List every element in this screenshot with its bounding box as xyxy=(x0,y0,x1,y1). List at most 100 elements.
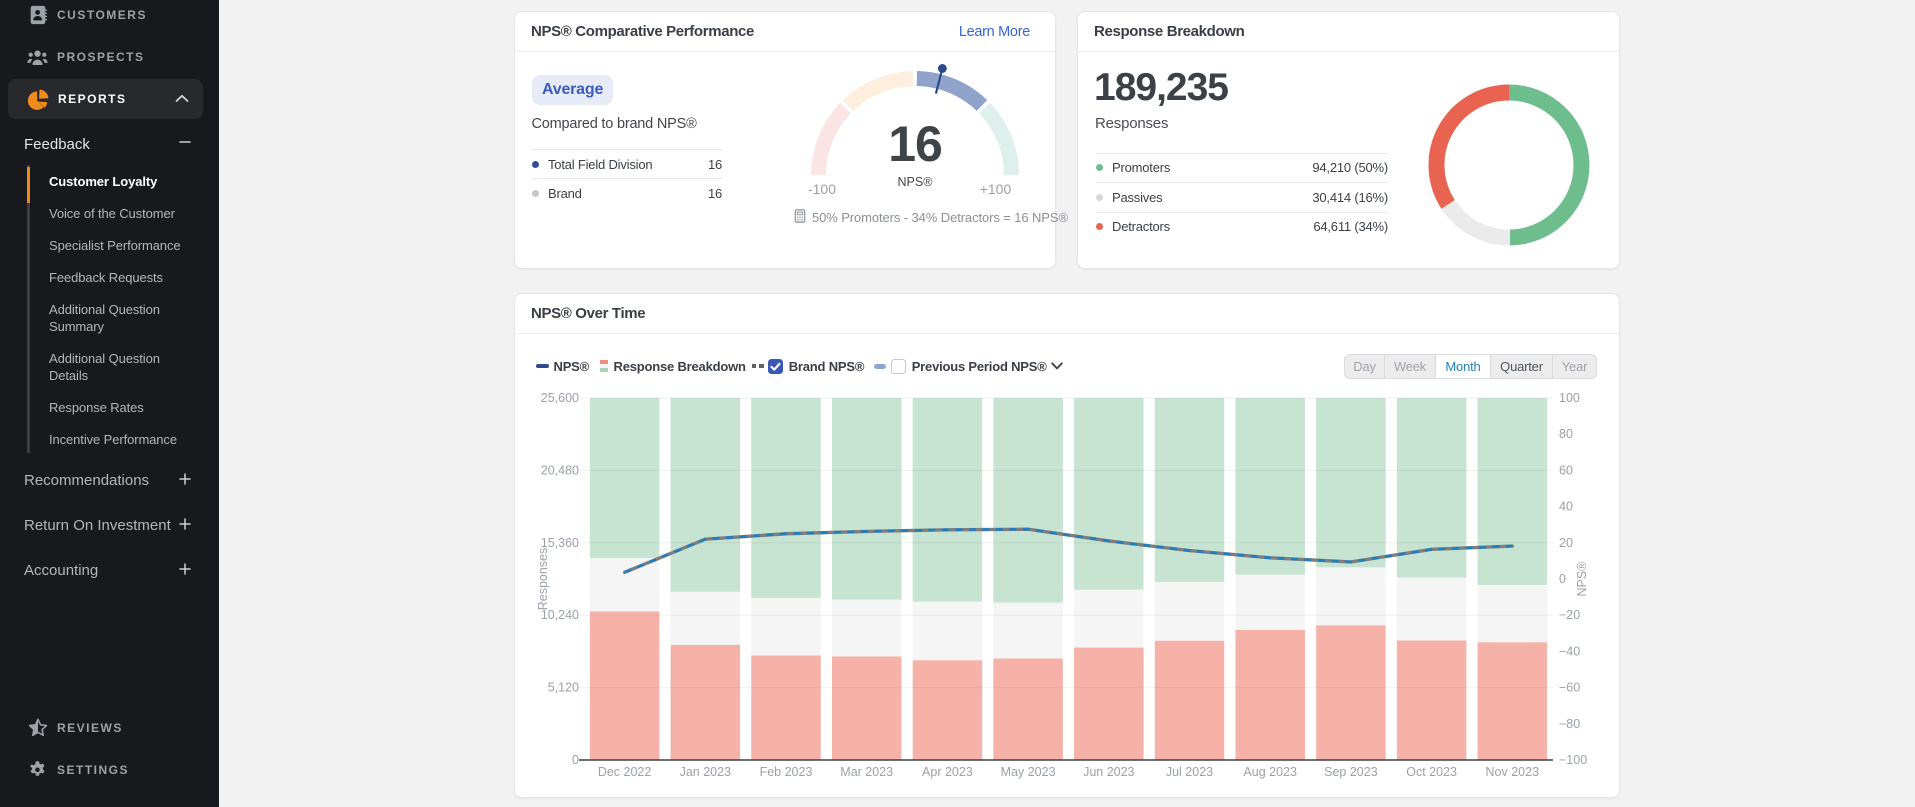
gauge-value: 16 xyxy=(771,119,1059,169)
promoters-bar[interactable] xyxy=(1235,398,1305,575)
detractors-bar[interactable] xyxy=(1316,625,1386,760)
donut-segment-promoters[interactable] xyxy=(1509,93,1581,238)
detractors-bar[interactable] xyxy=(671,645,741,760)
right-axis-tick-label: −60 xyxy=(1559,681,1580,695)
passives-bar[interactable] xyxy=(590,558,660,611)
passives-bar[interactable] xyxy=(993,603,1063,659)
x-axis-tick-label: Sep 2023 xyxy=(1324,765,1378,779)
promoters-bar[interactable] xyxy=(1478,398,1548,585)
sidebar-item-customers[interactable]: CUSTOMERS xyxy=(0,0,219,36)
nps-over-time-card: NPS® Over Time NPS® Response Breakdown B… xyxy=(514,293,1620,798)
subnav-rail xyxy=(27,165,30,453)
series-label: Detractors xyxy=(1112,219,1170,234)
x-axis-tick-label: Apr 2023 xyxy=(922,765,973,779)
users-icon xyxy=(26,46,49,69)
promoters-bar[interactable] xyxy=(832,398,902,600)
promoters-bar[interactable] xyxy=(1316,398,1386,567)
series-label: Total Field Division xyxy=(548,157,652,172)
promoters-bar[interactable] xyxy=(671,398,741,592)
passives-bar[interactable] xyxy=(1155,582,1225,641)
comparison-table: Total Field Division 16 Brand 16 xyxy=(532,149,722,207)
sidebar-section-recommendations[interactable]: Recommendations xyxy=(0,458,219,503)
plus-icon[interactable] xyxy=(179,517,191,535)
passives-bar[interactable] xyxy=(1235,575,1305,630)
chevron-up-icon[interactable] xyxy=(175,90,189,108)
detractors-bar[interactable] xyxy=(832,656,902,760)
passives-bar[interactable] xyxy=(751,598,821,655)
star-half-icon xyxy=(26,717,49,740)
detractors-bar[interactable] xyxy=(590,612,660,760)
stacked-bar-swatch xyxy=(600,360,608,373)
range-button-week[interactable]: Week xyxy=(1384,355,1435,378)
plus-icon[interactable] xyxy=(179,562,191,580)
detractors-bar[interactable] xyxy=(1155,641,1225,760)
right-axis-tick-label: 20 xyxy=(1559,536,1573,550)
sidebar-subitem-incentive-performance[interactable]: Incentive Performance xyxy=(0,423,219,455)
sidebar-subitem-additional-question-details[interactable]: Additional Question Details xyxy=(0,342,219,391)
promoters-bar[interactable] xyxy=(590,398,660,558)
promoters-bar[interactable] xyxy=(1074,398,1144,590)
right-axis-tick-label: 100 xyxy=(1559,391,1580,405)
legend-prev-label: Previous Period NPS® xyxy=(912,359,1047,374)
sidebar-section-accounting[interactable]: Accounting xyxy=(0,548,219,593)
sidebar-item-settings[interactable]: SETTINGS xyxy=(0,749,219,791)
sidebar-subitem-feedback-requests[interactable]: Feedback Requests xyxy=(0,261,219,293)
passives-bar[interactable] xyxy=(671,592,741,645)
passives-bar[interactable] xyxy=(1074,590,1144,648)
minus-icon[interactable] xyxy=(179,135,191,153)
left-axis-tick-label: 15,360 xyxy=(541,536,579,550)
right-axis-tick-label: −100 xyxy=(1559,753,1587,767)
range-button-day[interactable]: Day xyxy=(1345,355,1384,378)
sidebar-subitem-response-rates[interactable]: Response Rates xyxy=(0,391,219,423)
series-dot xyxy=(1096,194,1103,201)
range-button-year[interactable]: Year xyxy=(1552,355,1596,378)
detractors-bar[interactable] xyxy=(1397,641,1467,760)
brand-nps-checkbox[interactable] xyxy=(768,359,783,374)
comparison-row: Total Field Division 16 xyxy=(532,149,722,178)
sidebar-subitem-additional-question-summary[interactable]: Additional Question Summary xyxy=(0,293,219,342)
detractors-bar[interactable] xyxy=(751,656,821,760)
promoters-bar[interactable] xyxy=(913,398,983,602)
sidebar-item-reports[interactable]: REPORTS xyxy=(8,79,203,119)
left-axis-tick-label: 0 xyxy=(572,753,579,767)
donut-segment-detractors[interactable] xyxy=(1437,93,1510,205)
sidebar-section-return-on-investment[interactable]: Return On Investment xyxy=(0,503,219,548)
sidebar-item-prospects[interactable]: PROSPECTS xyxy=(0,36,219,78)
left-axis-tick-label: 20,480 xyxy=(541,463,579,477)
sidebar-subitem-voice-of-the-customer[interactable]: Voice of the Customer xyxy=(0,197,219,229)
average-badge: Average xyxy=(532,75,613,105)
promoters-bar[interactable] xyxy=(993,398,1063,603)
total-responses-label: Responses xyxy=(1095,115,1168,132)
light-dash-swatch xyxy=(874,364,886,369)
previous-period-checkbox[interactable] xyxy=(891,359,906,374)
series-value: 94,210 (50%) xyxy=(1312,160,1388,175)
passives-bar[interactable] xyxy=(832,600,902,657)
breakdown-row: Passives 30,414 (16%) xyxy=(1096,182,1388,212)
detractors-bar[interactable] xyxy=(993,658,1063,760)
passives-bar[interactable] xyxy=(1478,585,1548,642)
sidebar-section-feedback[interactable]: Feedback xyxy=(0,127,219,161)
detractors-bar[interactable] xyxy=(913,660,983,760)
sidebar-subitem-specialist-performance[interactable]: Specialist Performance xyxy=(0,229,219,261)
passives-bar[interactable] xyxy=(1397,578,1467,641)
promoters-bar[interactable] xyxy=(751,398,821,598)
chevron-down-icon[interactable] xyxy=(1051,362,1063,370)
sidebar-subitem-customer-loyalty[interactable]: Customer Loyalty xyxy=(0,165,219,197)
detractors-bar[interactable] xyxy=(1478,642,1548,760)
detractors-bar[interactable] xyxy=(1074,648,1144,760)
promoters-bar[interactable] xyxy=(1155,398,1225,582)
legend-nps-label: NPS® xyxy=(554,359,590,374)
sidebar-item-reviews[interactable]: REVIEWS xyxy=(0,707,219,749)
sidebar-item-label: REPORTS xyxy=(58,92,127,106)
detractors-bar[interactable] xyxy=(1235,630,1305,760)
plus-icon[interactable] xyxy=(179,472,191,490)
sidebar-section-label: Recommendations xyxy=(24,472,149,489)
passives-bar[interactable] xyxy=(1316,567,1386,625)
passives-bar[interactable] xyxy=(913,602,983,661)
card-title: Response Breakdown xyxy=(1094,23,1244,40)
range-button-quarter[interactable]: Quarter xyxy=(1490,355,1552,378)
sidebar-section-label: Accounting xyxy=(24,562,98,579)
donut-segment-passives[interactable] xyxy=(1448,204,1510,237)
x-axis-tick-label: Nov 2023 xyxy=(1486,765,1540,779)
range-button-month[interactable]: Month xyxy=(1435,355,1490,378)
